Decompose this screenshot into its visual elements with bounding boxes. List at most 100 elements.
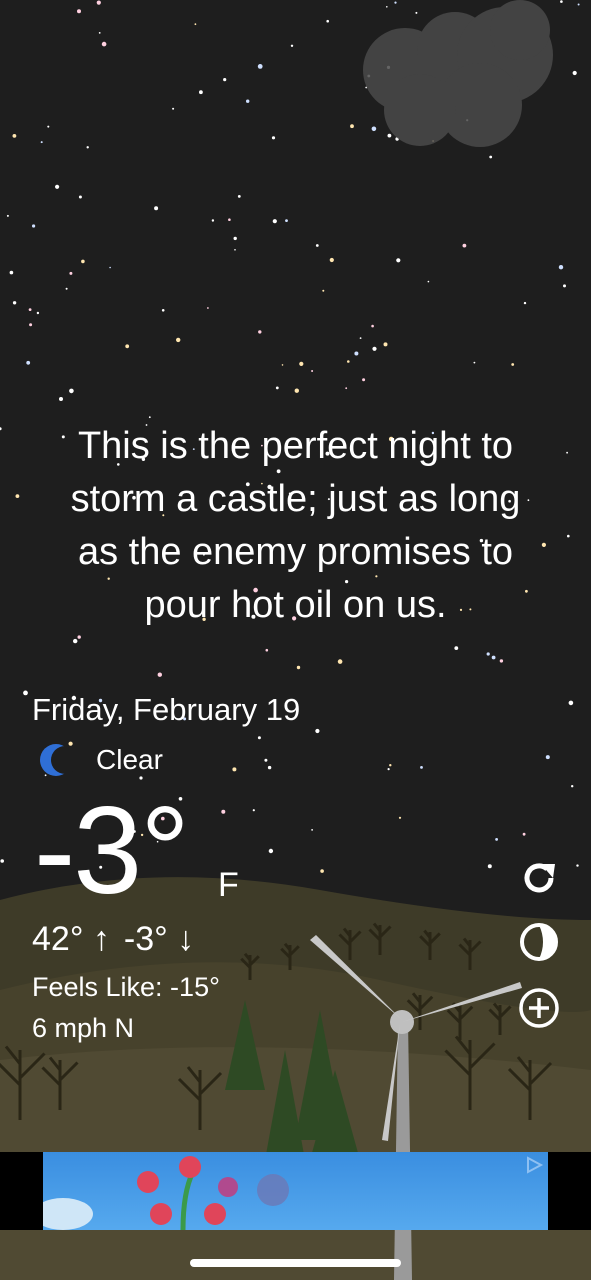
star [148, 416, 151, 419]
refresh-icon [524, 863, 555, 893]
star [265, 648, 269, 652]
star [311, 829, 313, 831]
star [0, 427, 2, 431]
temperature-unit: F [218, 866, 239, 904]
star [78, 195, 82, 199]
refresh-button[interactable] [517, 856, 561, 900]
star [299, 361, 304, 366]
star [12, 301, 17, 305]
star [65, 287, 68, 290]
star [29, 323, 33, 327]
star [290, 44, 294, 47]
star [383, 342, 388, 347]
star [40, 141, 43, 144]
star [489, 155, 493, 159]
star [415, 11, 418, 14]
moon-icon [38, 742, 79, 778]
star [486, 652, 490, 656]
star [77, 635, 81, 639]
low-temperature: -3° ↓ [123, 920, 195, 958]
star [473, 361, 476, 364]
quote-line: pour hot oil on us. [144, 584, 447, 626]
star [6, 214, 9, 217]
star [59, 397, 63, 401]
home-indicator[interactable] [190, 1259, 401, 1267]
star [246, 99, 250, 103]
star [511, 363, 515, 366]
star [454, 646, 459, 650]
star [232, 767, 237, 772]
star [285, 219, 288, 223]
star [386, 6, 388, 8]
star [73, 638, 78, 644]
star [258, 330, 262, 334]
star [69, 271, 73, 275]
star [98, 32, 101, 34]
star [264, 758, 268, 762]
add-location-button[interactable] [517, 986, 561, 1030]
star [252, 809, 255, 812]
star [296, 665, 301, 670]
star [396, 258, 401, 263]
ad-letterbox-left [0, 1152, 43, 1230]
star [257, 64, 263, 69]
star [96, 0, 101, 5]
star [345, 387, 348, 390]
star [221, 809, 226, 814]
condition-label: Clear [96, 744, 163, 775]
star [36, 311, 40, 315]
star [563, 284, 566, 288]
star [394, 1, 397, 4]
star [257, 736, 261, 740]
star [362, 378, 366, 382]
star [311, 370, 314, 372]
star [398, 816, 402, 819]
star [77, 9, 81, 14]
star [207, 307, 209, 309]
quote-line: storm a castle; just as long [70, 478, 521, 520]
star [9, 270, 14, 275]
star [176, 337, 181, 343]
star [223, 78, 227, 82]
star [371, 324, 374, 328]
star [491, 655, 496, 660]
star [31, 224, 36, 228]
high-temperature: 42° ↑ [32, 920, 110, 958]
star [12, 134, 17, 138]
star [154, 206, 159, 211]
star [522, 832, 526, 836]
star [315, 244, 319, 247]
star [55, 184, 60, 189]
star [172, 107, 175, 110]
theme-button[interactable] [517, 920, 561, 964]
star [157, 672, 162, 677]
ad-artwork [43, 1156, 289, 1230]
star [26, 360, 31, 365]
star [28, 308, 32, 311]
star [268, 848, 274, 854]
star [81, 259, 85, 264]
star [233, 236, 237, 241]
star [125, 344, 130, 349]
star [237, 195, 241, 198]
ad-banner[interactable] [43, 1152, 548, 1230]
ad-letterbox-right [548, 1152, 591, 1230]
star [86, 146, 89, 149]
high-low-row: 42° ↑ -3° ↓ [32, 920, 194, 959]
star [329, 257, 334, 263]
star [350, 124, 354, 129]
star [387, 133, 392, 138]
star [271, 136, 276, 140]
cloud [363, 0, 553, 147]
theme-icon [520, 923, 558, 961]
wind-speed: 6 mph N [32, 1013, 135, 1043]
star [420, 766, 423, 769]
star [267, 765, 272, 770]
star [359, 337, 362, 339]
star [347, 360, 350, 363]
star [572, 70, 577, 76]
star [427, 280, 430, 283]
star [101, 41, 107, 47]
star [234, 249, 236, 251]
ad-choices-icon[interactable] [524, 1156, 544, 1174]
